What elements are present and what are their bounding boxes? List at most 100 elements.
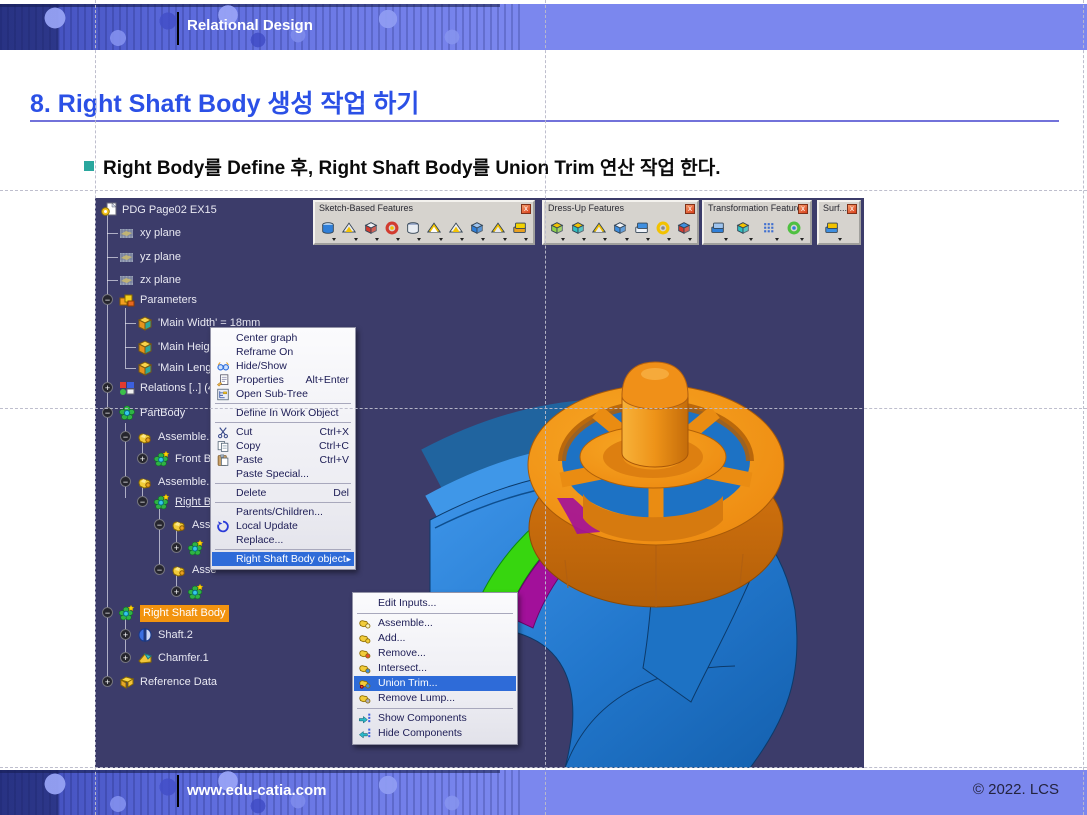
- menu-item[interactable]: Edit Inputs...: [354, 596, 516, 611]
- tree-node-label[interactable]: Parameters: [140, 292, 197, 309]
- chamfer-icon[interactable]: [568, 217, 588, 243]
- menu-item[interactable]: Intersect...: [354, 661, 516, 676]
- translation-icon[interactable]: [708, 217, 730, 243]
- tree-node-label[interactable]: 'Main Heigh: [158, 339, 216, 356]
- menu-item[interactable]: DelDelete: [212, 486, 354, 500]
- removed-loft-icon[interactable]: [510, 217, 530, 243]
- tree-expander-minus-icon[interactable]: −: [120, 431, 131, 442]
- tree-node-label[interactable]: PDG Page02 EX15: [122, 202, 217, 219]
- tree-expander-plus-icon[interactable]: +: [102, 676, 113, 687]
- menu-item[interactable]: Define In Work Object: [212, 406, 354, 420]
- rectangular-pattern-icon[interactable]: [759, 217, 781, 243]
- tree-node-label[interactable]: yz plane: [140, 249, 181, 266]
- tree-expander-plus-icon[interactable]: +: [137, 453, 148, 464]
- menu-item[interactable]: Assemble...: [354, 616, 516, 631]
- tree-expander-plus-icon[interactable]: +: [120, 652, 131, 663]
- menu-item[interactable]: Hide Components: [354, 726, 516, 741]
- tree-expander-plus-icon[interactable]: +: [171, 586, 182, 597]
- tree-node-label[interactable]: PartBody: [140, 405, 185, 422]
- toolbar[interactable]: Surf...x: [817, 200, 861, 245]
- multi-pad-icon[interactable]: [361, 217, 381, 243]
- menu-item[interactable]: Remove...: [354, 646, 516, 661]
- menu-shortcut: Ctrl+X: [320, 425, 349, 439]
- menu-item[interactable]: Union Trim...: [354, 676, 516, 691]
- remove-face-icon[interactable]: [674, 217, 694, 243]
- tree-node[interactable]: zx plane: [95, 272, 864, 289]
- thickness-icon[interactable]: [632, 217, 652, 243]
- scaling-icon[interactable]: [784, 217, 806, 243]
- shell-icon[interactable]: [610, 217, 630, 243]
- dropdown-arrow-icon: [646, 238, 650, 241]
- menu-item-label: Show Components: [378, 712, 467, 724]
- mirror-icon[interactable]: [733, 217, 755, 243]
- tree-node-label[interactable]: Chamfer.1: [158, 650, 209, 667]
- pad-icon[interactable]: [318, 217, 338, 243]
- loft-icon[interactable]: [488, 217, 508, 243]
- tree-expander-minus-icon[interactable]: −: [102, 407, 113, 418]
- bullet-text: Right Body를 Define 후, Right Shaft Body를 …: [103, 153, 721, 180]
- tree-expander-minus-icon[interactable]: −: [137, 496, 148, 507]
- tree-node-label[interactable]: zx plane: [140, 272, 181, 289]
- tree-node[interactable]: yz plane: [95, 249, 864, 266]
- tree-expander-minus-icon[interactable]: −: [102, 294, 113, 305]
- menu-item-label: Cut: [236, 426, 252, 438]
- menu-item-label: Paste Special...: [236, 468, 309, 480]
- menu-item-label: Parents/Children...: [236, 506, 323, 518]
- tree-node-label[interactable]: Shaft.2: [158, 627, 193, 644]
- menu-item[interactable]: Ctrl+VPaste: [212, 453, 354, 467]
- menu-item[interactable]: Local Update: [212, 519, 354, 533]
- parameter-icon: [137, 315, 153, 331]
- drafted-filleted-pad-icon[interactable]: [339, 217, 359, 243]
- tree-expander-minus-icon[interactable]: −: [154, 519, 165, 530]
- close-icon[interactable]: x: [521, 204, 531, 214]
- rib-icon[interactable]: [424, 217, 444, 243]
- draft-angle-icon[interactable]: [589, 217, 609, 243]
- menu-item[interactable]: Right Shaft Body object▸: [212, 552, 354, 566]
- tree-node-label[interactable]: Relations [..] (4: [140, 380, 214, 397]
- thread-icon[interactable]: [653, 217, 673, 243]
- dropdown-arrow-icon: [417, 238, 421, 241]
- tree-node-label[interactable]: Assemble.9: [158, 429, 215, 446]
- pocket-icon[interactable]: [382, 217, 402, 243]
- close-icon[interactable]: x: [798, 204, 808, 214]
- edge-fillet-icon[interactable]: [547, 217, 567, 243]
- toolbar[interactable]: Dress-Up Featuresx: [542, 200, 699, 245]
- menu-item[interactable]: Paste Special...: [212, 467, 354, 481]
- tree-node-label[interactable]: Assemble.1: [158, 474, 215, 491]
- tree-node-label[interactable]: xy plane: [140, 225, 181, 242]
- menu-item[interactable]: Open Sub-Tree: [212, 387, 354, 401]
- menu-item[interactable]: Reframe On: [212, 345, 354, 359]
- tree-node-label[interactable]: Reference Data: [140, 674, 217, 691]
- tree-node-label[interactable]: 'Main Leng: [158, 360, 211, 377]
- tree-node[interactable]: − Parameters: [95, 292, 864, 309]
- menu-item[interactable]: Parents/Children...: [212, 505, 354, 519]
- menu-item[interactable]: Alt+EnterProperties: [212, 373, 354, 387]
- slot-icon[interactable]: [446, 217, 466, 243]
- menu-item[interactable]: Hide/Show: [212, 359, 354, 373]
- menu-item[interactable]: Replace...: [212, 533, 354, 547]
- menu-item[interactable]: Ctrl+CCopy: [212, 439, 354, 453]
- menu-item[interactable]: Ctrl+X Cut: [212, 425, 354, 439]
- split-icon[interactable]: [822, 217, 844, 243]
- tree-expander-minus-icon[interactable]: −: [120, 476, 131, 487]
- footer-site[interactable]: www.edu-catia.com: [187, 782, 326, 799]
- tree-expander-plus-icon[interactable]: +: [120, 629, 131, 640]
- close-icon[interactable]: x: [685, 204, 695, 214]
- menu-item[interactable]: Center graph: [212, 331, 354, 345]
- tree-expander-minus-icon[interactable]: −: [154, 564, 165, 575]
- menu-item[interactable]: Remove Lump...: [354, 691, 516, 706]
- menu-item[interactable]: Show Components: [354, 711, 516, 726]
- plane-icon: [119, 249, 135, 265]
- toolbar[interactable]: Transformation Featuresx: [702, 200, 812, 245]
- tree-expander-plus-icon[interactable]: +: [171, 542, 182, 553]
- show-components-icon: [358, 712, 372, 725]
- stiffener-icon[interactable]: [467, 217, 487, 243]
- tree-expander-minus-icon[interactable]: −: [102, 607, 113, 618]
- toolbar[interactable]: Sketch-Based Featuresx: [313, 200, 535, 245]
- tree-node-label[interactable]: Right Shaft Body: [140, 605, 229, 622]
- hole-icon[interactable]: [403, 217, 423, 243]
- tree-expander-plus-icon[interactable]: +: [102, 382, 113, 393]
- menu-item[interactable]: Add...: [354, 631, 516, 646]
- plane-icon: [119, 272, 135, 288]
- close-icon[interactable]: x: [847, 204, 857, 214]
